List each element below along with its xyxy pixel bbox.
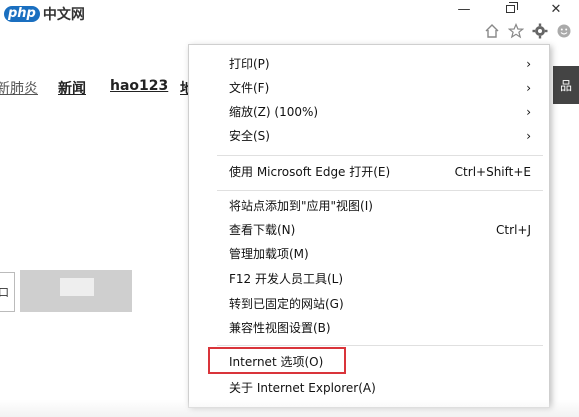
php-cn-watermark-logo: php 中文网 — [4, 4, 85, 24]
submenu-arrow-icon: › — [526, 81, 531, 95]
shortcut-text: Ctrl+J — [496, 223, 531, 237]
menu-item-zoom[interactable]: 缩放(Z) (100%) › — [189, 101, 549, 123]
logo-php-text: php — [4, 6, 40, 22]
menu-item-view-downloads[interactable]: 查看下载(N) Ctrl+J — [189, 219, 549, 241]
menu-separator — [217, 190, 543, 191]
window-controls: — ✕ — [441, 0, 579, 18]
menu-separator — [217, 155, 543, 156]
menu-item-devtools[interactable]: F12 开发人员工具(L) — [189, 268, 549, 290]
nav-link-hao123[interactable]: hao123 — [110, 78, 168, 94]
menu-item-about-ie[interactable]: 关于 Internet Explorer(A) — [189, 377, 549, 399]
page-side-button[interactable]: 品 — [553, 66, 579, 104]
menu-item-safety[interactable]: 安全(S) › — [189, 125, 549, 147]
nav-link-1[interactable]: 新肺炎 — [0, 78, 38, 98]
submenu-arrow-icon: › — [526, 105, 531, 119]
shortcut-text: Ctrl+Shift+E — [454, 165, 531, 179]
star-icon[interactable] — [507, 22, 525, 40]
search-button-icon — [60, 278, 94, 296]
smiley-icon[interactable] — [555, 22, 573, 40]
menu-separator — [217, 345, 543, 346]
page-search-button[interactable] — [20, 270, 132, 312]
internet-options-highlight-box — [208, 347, 346, 374]
browser-toolbar — [483, 22, 573, 40]
menu-item-manage-addons[interactable]: 管理加载项(M) — [189, 243, 549, 265]
submenu-arrow-icon: › — [526, 57, 531, 71]
menu-item-pinned-sites[interactable]: 转到已固定的网站(G) — [189, 293, 549, 315]
menu-item-compat-view[interactable]: 兼容性视图设置(B) — [189, 317, 549, 339]
submenu-arrow-icon: › — [526, 129, 531, 143]
restore-icon — [505, 2, 518, 13]
bottom-fade — [0, 400, 579, 417]
gear-icon[interactable] — [531, 22, 549, 40]
menu-item-add-to-apps[interactable]: 将站点添加到"应用"视图(I) — [189, 195, 549, 217]
nav-link-news[interactable]: 新闻 — [58, 78, 86, 98]
page-search-input[interactable]: 口 — [0, 272, 15, 312]
close-button[interactable]: ✕ — [533, 0, 579, 18]
menu-item-print[interactable]: 打印(P) › — [189, 53, 549, 75]
menu-item-open-in-edge[interactable]: 使用 Microsoft Edge 打开(E) Ctrl+Shift+E — [189, 161, 549, 183]
logo-cn-text: 中文网 — [42, 7, 85, 23]
restore-button[interactable] — [487, 0, 533, 18]
home-icon[interactable] — [483, 22, 501, 40]
minimize-button[interactable]: — — [441, 0, 487, 18]
menu-item-file[interactable]: 文件(F) › — [189, 77, 549, 99]
